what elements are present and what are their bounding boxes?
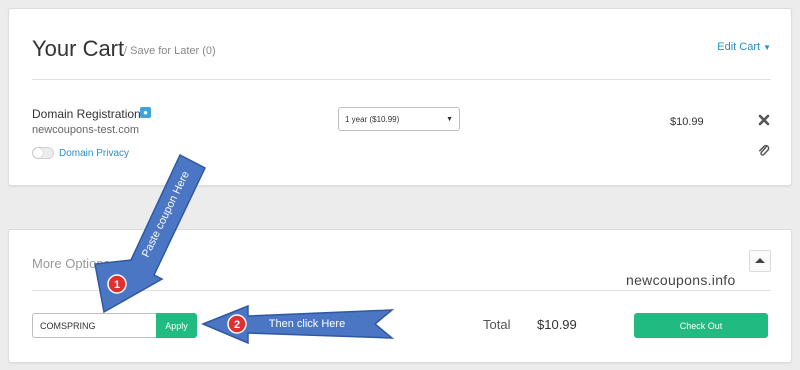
item-price: $10.99 [670,116,704,128]
edit-cart-label: Edit Cart [717,41,761,53]
apply-button[interactable]: Apply [156,313,197,338]
save-for-later-link[interactable]: / Save for Later (0) [124,45,216,57]
cart-title: Your Cart [32,36,125,61]
toggle-knob [33,148,43,158]
term-select[interactable]: 1 year ($10.99) ▼ [338,107,460,131]
remove-x-icon[interactable] [757,113,771,127]
collapse-button[interactable] [749,250,771,272]
edit-cart-link[interactable]: Edit Cart ▼ [717,41,771,53]
watermark-text: newcoupons.info [626,272,736,288]
more-options-title: More Options [32,256,111,271]
paperclip-icon[interactable] [757,144,771,158]
domain-privacy-toggle[interactable] [32,147,54,159]
total-label: Total [483,317,511,332]
domain-name: newcoupons-test.com [32,124,139,136]
header-divider [32,79,771,80]
cart-panel: Your Cart / Save for Later (0) Edit Cart… [8,8,792,186]
product-name: Domain Registration [32,107,141,121]
caret-down-icon: ▼ [763,43,771,52]
term-select-value: 1 year ($10.99) [345,115,400,124]
dropdown-arrow-icon: ▼ [446,116,453,123]
domain-privacy-label[interactable]: Domain Privacy [59,148,129,159]
options-divider [32,290,771,291]
total-value: $10.99 [537,317,577,332]
more-options-panel: More Options newcoupons.info Apply Total… [8,229,792,363]
checkout-button[interactable]: Check Out [634,313,768,338]
coupon-input[interactable] [32,313,156,338]
contact-icon[interactable]: ● [140,107,151,118]
